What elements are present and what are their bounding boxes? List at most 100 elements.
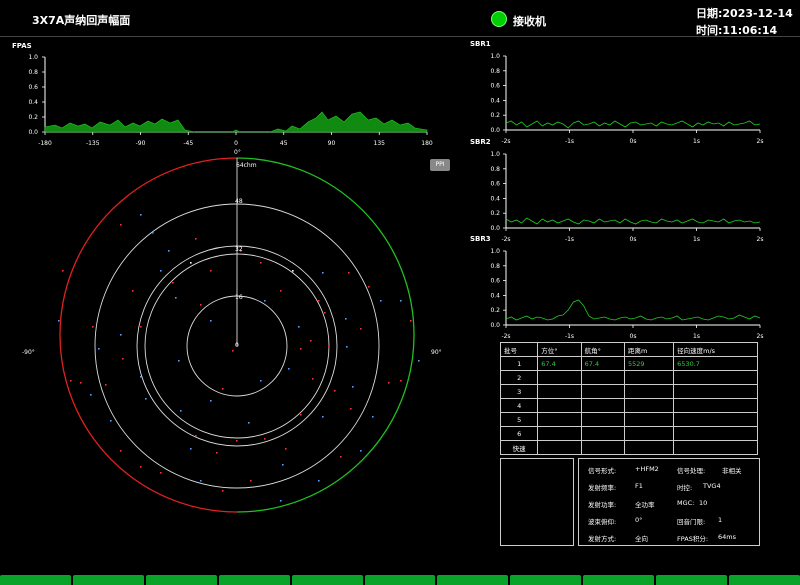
table-cell — [580, 384, 626, 399]
function-button[interactable] — [218, 575, 290, 585]
fpas-xtick: 180 — [421, 140, 433, 147]
table-cell — [580, 398, 626, 413]
ppi-contact-dot — [175, 297, 177, 299]
fpas-ytick: 0.6 — [28, 84, 38, 91]
ppi-contact-dot — [318, 480, 320, 482]
table-row[interactable]: 5 — [499, 412, 758, 427]
sbr-ytick: 0.4 — [490, 292, 500, 299]
ppi-contact-dot — [140, 214, 142, 216]
fpas-title: FPAS — [12, 42, 32, 50]
receiver-status-indicator — [491, 11, 507, 27]
table-row[interactable]: 4 — [499, 398, 758, 413]
table-cell — [580, 412, 626, 427]
sbr-ytick: 0.2 — [490, 307, 500, 314]
fpas-ytick: 0.0 — [28, 129, 38, 136]
function-button[interactable] — [291, 575, 363, 585]
sbr-plot: 1.0 0.8 0.6 0.4 0.2 0.0-2s -1s 0s 1s 2s — [490, 248, 764, 340]
table-cell — [580, 370, 626, 385]
ppi-contact-dot — [210, 400, 212, 402]
table-row[interactable]: 1 67.4 67.4 5529 6530.7 — [499, 356, 758, 371]
date-display: 日期:2023-12-14 — [696, 5, 793, 21]
ppi-contact-dot — [152, 232, 154, 234]
sbr-ytick: 0.4 — [490, 97, 500, 104]
table-cell — [580, 426, 626, 441]
fpas-xtick: -90 — [136, 140, 146, 147]
ppi-contact-dot — [80, 382, 82, 384]
sbr-xtick: 2s — [757, 333, 764, 340]
table-row[interactable]: 2 — [499, 370, 758, 385]
table-cell — [673, 412, 758, 427]
ppi-contact-dot — [324, 312, 326, 314]
beam-tilt-label: 波束俯仰: — [588, 518, 617, 526]
table-cell: 67.4 — [537, 356, 582, 371]
sbr-ytick: 0.8 — [490, 263, 500, 270]
fpas-xtick: 45 — [280, 140, 288, 147]
ppi-contact-dot — [280, 500, 282, 502]
ppi-contact-dot — [232, 350, 234, 352]
table-cell: 6 — [499, 426, 539, 441]
ppi-ring-label: 32 — [235, 246, 243, 253]
signal-form: 信号形式: — [588, 465, 616, 475]
ppi-contact-dot — [90, 394, 92, 396]
table-cell — [673, 426, 758, 441]
function-button[interactable] — [72, 575, 144, 585]
table-cell: 67.4 — [580, 356, 626, 371]
fpas-xtick: -180 — [38, 140, 52, 147]
ppi-contact-dot — [352, 386, 354, 388]
ppi-contact-dot — [300, 414, 302, 416]
ppi-contact-dot — [70, 380, 72, 382]
table-row[interactable]: 3 — [499, 384, 758, 399]
fpas-xtick: 90 — [328, 140, 336, 147]
signal-form-value: +HFM2 — [635, 465, 659, 473]
ppi-ring-label: 16 — [235, 294, 243, 301]
ppi-contact-dot — [92, 326, 94, 328]
sbr-title: SBR3 — [470, 235, 491, 243]
sbr-ytick: 0.6 — [490, 278, 500, 285]
ppi-contact-dot — [172, 282, 174, 284]
sbr-ytick: 0.8 — [490, 68, 500, 75]
ppi-contact-dot — [105, 384, 107, 386]
sbr-ytick: 0.0 — [490, 322, 500, 329]
ppi-contact-dot — [368, 286, 370, 288]
fpas-xtick: -135 — [86, 140, 100, 147]
track-table-header: 批号 方位° 航角° 距离m 径向速度m/s — [499, 342, 758, 357]
function-button[interactable] — [729, 575, 800, 585]
sbr-xtick: 2s — [757, 138, 764, 145]
fpas-ytick: 0.8 — [28, 69, 38, 76]
table-cell: 4 — [499, 398, 539, 413]
sbr-title: SBR2 — [470, 138, 491, 146]
table-cell: 1 — [499, 356, 539, 371]
table-row[interactable]: 6 — [499, 426, 758, 441]
ppi-contact-dot — [222, 490, 224, 492]
ppi-contact-dot — [236, 440, 238, 442]
ppi-contact-dot — [260, 380, 262, 382]
tvg-value: TVG4 — [703, 482, 721, 490]
ppi-contact-dot — [180, 410, 182, 412]
function-button[interactable] — [583, 575, 655, 585]
signal-form-label: 信号形式: — [588, 467, 617, 475]
function-button[interactable] — [0, 575, 71, 585]
ppi-contact-dot — [260, 262, 262, 264]
tx-mode-value: 全向 — [635, 535, 648, 543]
function-button[interactable] — [364, 575, 436, 585]
tx-mode-label: 发射方式: — [588, 535, 617, 543]
ppi-contact-dot — [140, 326, 142, 328]
function-button[interactable] — [145, 575, 217, 585]
sbr-ytick: 0.8 — [490, 166, 500, 173]
function-button[interactable] — [656, 575, 728, 585]
ppi-contact-dot — [140, 466, 142, 468]
signal-proc-value: 非相关 — [722, 467, 742, 475]
function-button[interactable] — [510, 575, 582, 585]
ppi-top-label: 0° — [234, 149, 241, 156]
ppi-contact-dot — [168, 250, 170, 252]
ppi-ring-label: 48 — [235, 198, 243, 205]
function-button[interactable] — [437, 575, 509, 585]
ppi-contact-dot — [388, 382, 390, 384]
ppi-contact-dot — [292, 270, 294, 272]
fpas-xtick: 135 — [374, 140, 386, 147]
ppi-contact-dot — [340, 456, 342, 458]
table-cell: 5 — [499, 412, 539, 427]
ppi-contact-dot — [360, 450, 362, 452]
ppi-contact-dot — [282, 464, 284, 466]
table-row[interactable]: 快速 — [499, 440, 758, 455]
